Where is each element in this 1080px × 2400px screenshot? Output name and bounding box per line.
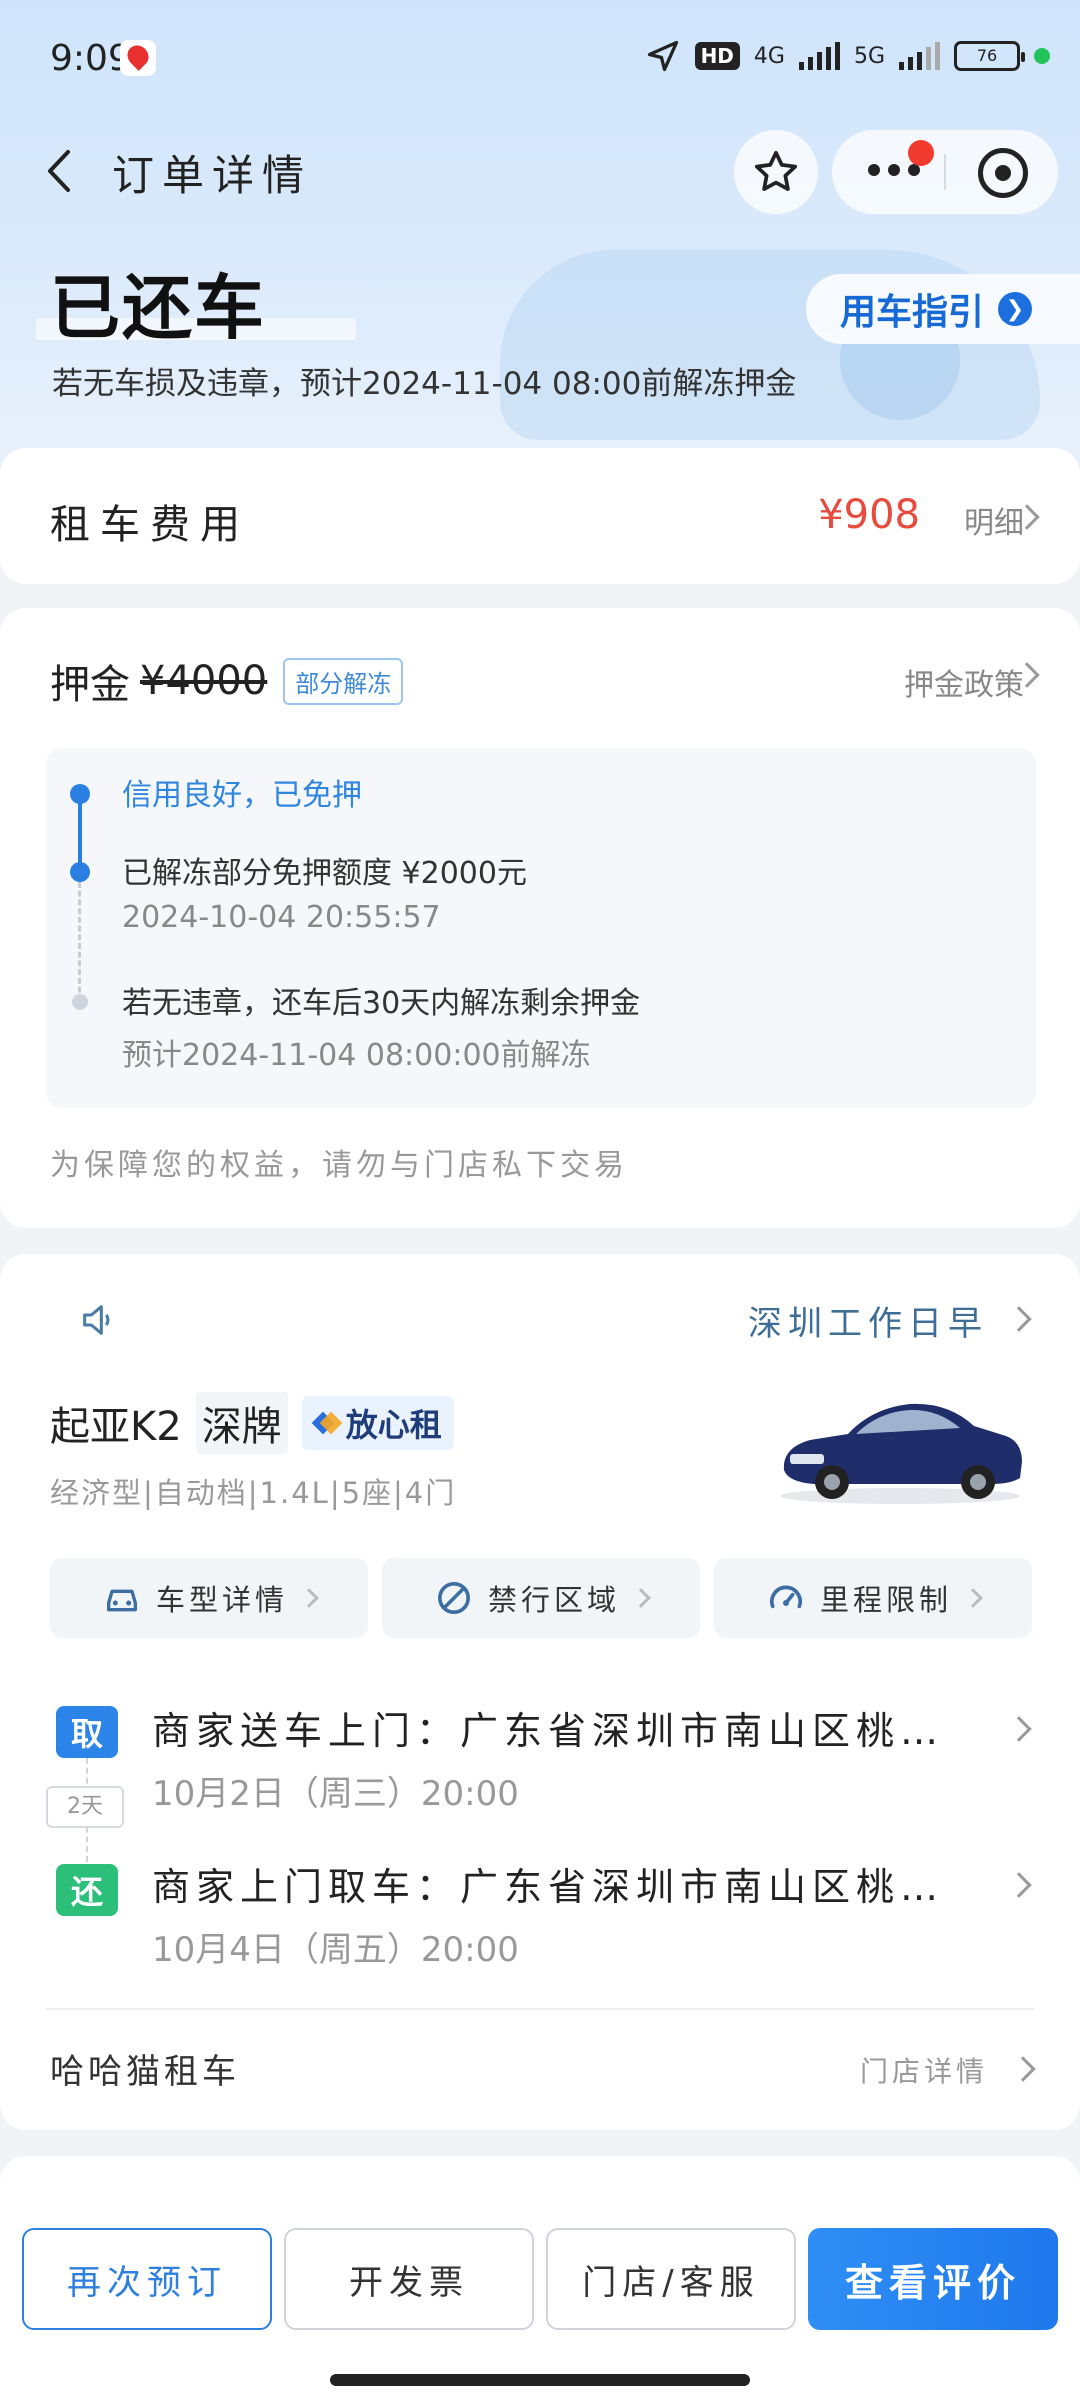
restricted-area-chip[interactable]: 禁行区域 (382, 1558, 700, 1638)
chevron-right-icon (1010, 2056, 1036, 2082)
battery-icon: 76 (954, 41, 1025, 71)
car-quick-links: 车型详情 禁行区域 里程限制 (50, 1558, 1032, 1638)
deposit-timeline: 信用良好，已免押 已解冻部分免押额度 ¥2000元 2024-10-04 20:… (46, 748, 1036, 1108)
car-title: 起亚K2 深牌 放心租 (50, 1392, 454, 1454)
status-bar: 9:09 HD 4G 5G 76 (0, 0, 1080, 120)
deposit-header: 押金 ¥4000 部分解冻 (50, 652, 404, 710)
mini-program-capsule (832, 130, 1058, 214)
store-detail-label: 门店详情 (859, 2055, 988, 2088)
store-service-button[interactable]: 门店/客服 (546, 2228, 796, 2330)
pickup-badge: 取 (56, 1706, 118, 1758)
order-status-title: 已还车 (50, 267, 266, 349)
mileage-limit-chip[interactable]: 里程限制 (714, 1558, 1032, 1638)
timeline-dot-pending (72, 994, 88, 1010)
chip-label: 车型详情 (155, 1583, 288, 1617)
speedometer-icon (770, 1585, 802, 1609)
rental-duration-badge: 2天 (46, 1786, 124, 1828)
return-time: 10月4日（周五）20:00 (152, 1930, 519, 1970)
deposit-policy-link[interactable]: 押金政策 (904, 660, 1024, 704)
car-image (780, 1403, 1022, 1504)
trust-badge-label: 放心租 (345, 1406, 442, 1444)
chip-label: 禁行区域 (487, 1583, 620, 1617)
arrow-right-circle-icon: ❯ (998, 292, 1033, 326)
speaker-icon (83, 1305, 110, 1335)
fee-detail-label: 明细 (964, 506, 1024, 541)
deposit-status-badge: 部分解冻 (283, 657, 404, 705)
car-info-card: 深圳工作日早 起亚K2 深牌 放心租 经济型|自动档|1.4L|5座|4门 车型… (0, 1254, 1080, 2130)
car-model: 起亚K2 (50, 1404, 182, 1450)
chevron-right-icon (1006, 1306, 1032, 1332)
rental-fee-card[interactable]: 租车费用 ¥908 明细 (0, 448, 1080, 584)
close-target-icon[interactable] (978, 148, 1028, 198)
star-icon (754, 150, 798, 191)
timeline-line-pending (78, 882, 81, 1010)
store-name: 哈哈猫租车 (50, 2052, 240, 2092)
car-plate-type: 深牌 (195, 1392, 288, 1454)
divider (46, 2008, 1034, 2010)
deposit-card: 押金 ¥4000 部分解冻 押金政策 信用良好，已免押 已解冻部分免押额度 ¥2… (0, 608, 1080, 1228)
business-name: 深圳工作日早 (748, 1304, 988, 1344)
timeline-step-2-time: 2024-10-04 20:55:57 (122, 900, 441, 935)
deposit-policy-label: 押金政策 (904, 668, 1024, 703)
pickup-address[interactable]: 商家送车上门：广东省深圳市南山区桃源街道… (152, 1700, 972, 1755)
forbidden-icon (437, 1582, 470, 1614)
timeline-step-3: 若无违章，还车后30天内解冻剩余押金 (122, 986, 641, 1021)
timeline-dot (70, 784, 90, 804)
trust-badge: 放心租 (301, 1396, 454, 1450)
rebook-button[interactable]: 再次预订 (22, 2228, 272, 2330)
usage-guide-label: 用车指引 (840, 292, 985, 333)
network-5g-label: 5G (853, 43, 885, 69)
location-arrow-icon (647, 40, 678, 72)
home-indicator[interactable] (330, 2374, 750, 2386)
hd-icon: HD (694, 42, 740, 70)
privacy-indicator-dot (1034, 48, 1050, 64)
pickup-time: 10月2日（周三）20:00 (152, 1774, 519, 1814)
safety-note: 为保障您的权益，请勿与门店私下交易 (50, 1148, 628, 1183)
car-model-details-chip[interactable]: 车型详情 (50, 1558, 368, 1638)
usage-guide-button[interactable]: 用车指引 ❯ (806, 274, 1080, 344)
notification-dot (908, 140, 934, 166)
deposit-original-amount: ¥4000 (140, 658, 268, 704)
nav-bar: 订单详情 (0, 124, 1080, 220)
deposit-label: 押金 (50, 662, 130, 708)
business-name-link[interactable]: 深圳工作日早 (748, 1296, 988, 1345)
invoice-button[interactable]: 开发票 (284, 2228, 534, 2330)
capsule-divider (944, 154, 946, 190)
diamond-logo-icon (311, 1411, 343, 1435)
status-time: 9:09 (50, 38, 131, 79)
back-icon[interactable] (36, 146, 86, 196)
timeline-step-2: 已解冻部分免押额度 ¥2000元 (122, 856, 527, 891)
chevron-right-icon (1006, 1716, 1032, 1742)
return-address[interactable]: 商家上门取车：广东省深圳市南山区桃源街道… (152, 1856, 972, 1911)
fee-detail-link[interactable]: 明细 (964, 498, 1024, 542)
network-4g-label: 4G (753, 43, 785, 69)
car-specs: 经济型|自动档|1.4L|5座|4门 (50, 1476, 457, 1510)
chevron-right-icon (1006, 1872, 1032, 1898)
timeline-dot (70, 862, 90, 882)
car-icon (106, 1589, 137, 1612)
rental-fee-amount: ¥908 (818, 492, 920, 538)
map-app-icon (120, 40, 156, 76)
signal-bars-icon-2 (899, 42, 940, 70)
store-detail-link[interactable]: 门店详情 (860, 2050, 988, 2090)
chevron-right-icon (631, 1588, 651, 1608)
favorite-button[interactable] (734, 130, 818, 214)
return-badge: 还 (56, 1864, 118, 1916)
chevron-right-icon (963, 1588, 983, 1608)
page-title: 订单详情 (112, 151, 313, 200)
view-review-button[interactable]: 查看评价 (808, 2228, 1058, 2330)
bottom-action-bar: 再次预订 开发票 门店/客服 查看评价 (0, 2204, 1080, 2400)
more-icon[interactable] (868, 164, 920, 176)
order-status-subtitle: 若无车损及违章，预计2024-11-04 08:00前解冻押金 (52, 366, 797, 402)
chevron-right-icon (299, 1588, 319, 1608)
signal-bars-icon (798, 42, 840, 70)
rental-fee-label: 租车费用 (50, 502, 250, 548)
status-icons: HD 4G 5G 76 (645, 38, 1050, 74)
timeline-step-1: 信用良好，已免押 (122, 778, 362, 813)
timeline-line (78, 794, 82, 872)
chip-label: 里程限制 (819, 1583, 952, 1617)
timeline-step-3-time: 预计2024-11-04 08:00:00前解冻 (122, 1038, 591, 1073)
